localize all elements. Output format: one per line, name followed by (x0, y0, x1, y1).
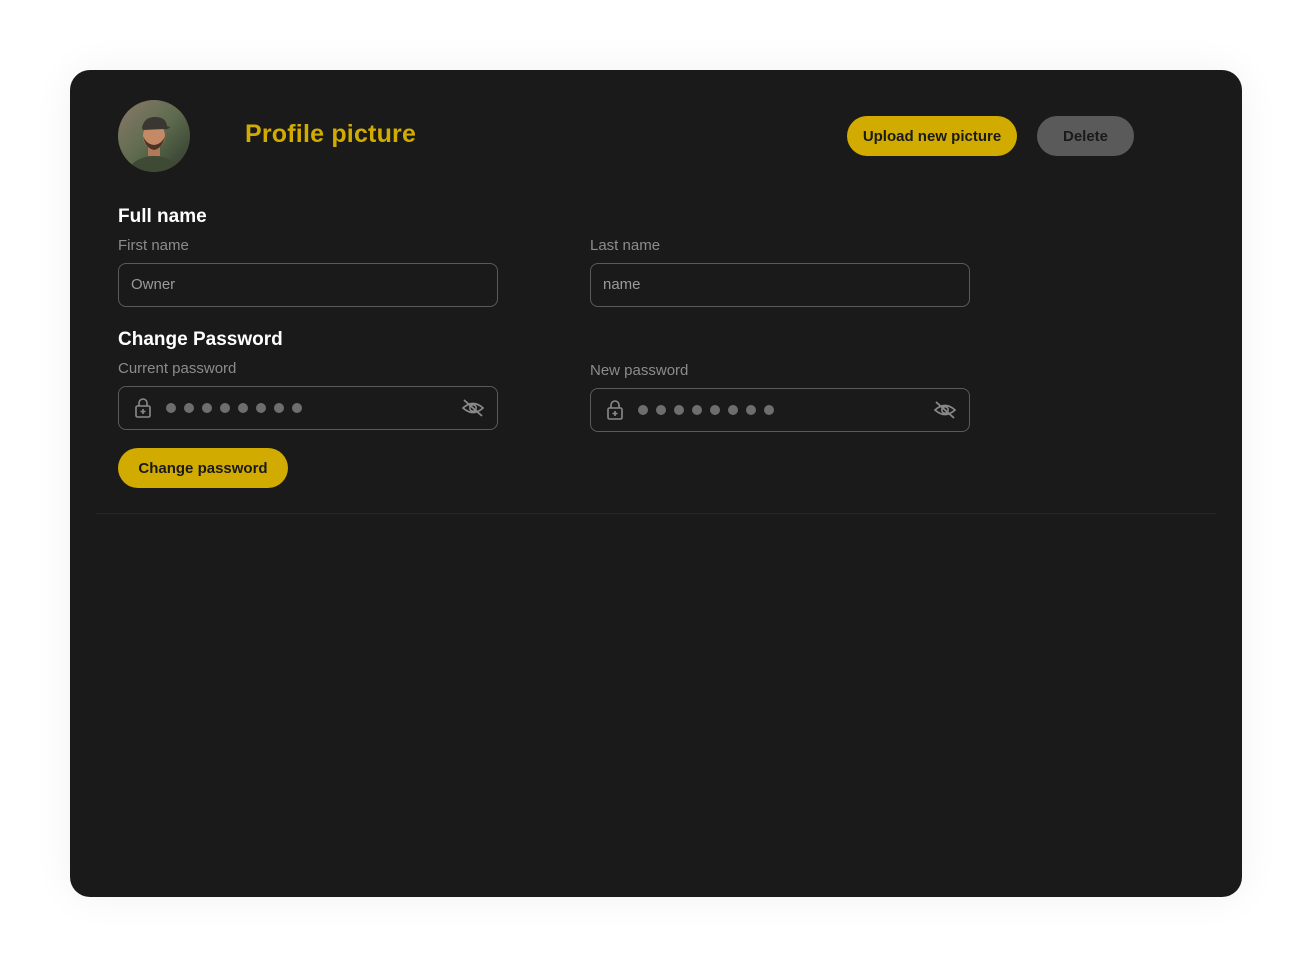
last-name-label: Last name (590, 237, 661, 254)
password-mask-dot (746, 405, 756, 415)
current-password-mask (166, 403, 302, 413)
lock-icon (607, 400, 623, 420)
section-divider (96, 513, 1216, 514)
password-mask-dot (764, 405, 774, 415)
password-mask-dot (220, 403, 230, 413)
avatar-image (118, 100, 190, 172)
new-password-mask (638, 405, 774, 415)
password-mask-dot (238, 403, 248, 413)
first-name-value: Owner (131, 276, 176, 293)
eye-off-icon[interactable] (461, 398, 485, 418)
upload-picture-button[interactable]: Upload new picture (847, 116, 1017, 156)
password-mask-dot (292, 403, 302, 413)
delete-picture-button[interactable]: Delete (1037, 116, 1134, 156)
profile-settings-card: Profile picture Upload new picture Delet… (70, 70, 1242, 897)
password-mask-dot (656, 405, 666, 415)
change-password-button[interactable]: Change password (118, 448, 288, 488)
change-password-heading: Change Password (118, 329, 283, 350)
password-mask-dot (638, 405, 648, 415)
last-name-field[interactable]: name (590, 263, 970, 307)
password-mask-dot (692, 405, 702, 415)
profile-picture-title: Profile picture (245, 120, 417, 148)
password-mask-dot (202, 403, 212, 413)
password-mask-dot (728, 405, 738, 415)
password-mask-dot (710, 405, 720, 415)
eye-off-icon[interactable] (933, 400, 957, 420)
password-mask-dot (166, 403, 176, 413)
password-mask-dot (274, 403, 284, 413)
lock-icon (135, 398, 151, 418)
last-name-value: name (603, 276, 641, 293)
avatar (118, 100, 190, 172)
new-password-label: New password (590, 362, 689, 379)
full-name-heading: Full name (118, 206, 207, 227)
password-mask-dot (256, 403, 266, 413)
first-name-field[interactable]: Owner (118, 263, 498, 307)
password-mask-dot (184, 403, 194, 413)
current-password-field[interactable] (118, 386, 498, 430)
current-password-label: Current password (118, 360, 237, 377)
new-password-field[interactable] (590, 388, 970, 432)
password-mask-dot (674, 405, 684, 415)
first-name-label: First name (118, 237, 189, 254)
